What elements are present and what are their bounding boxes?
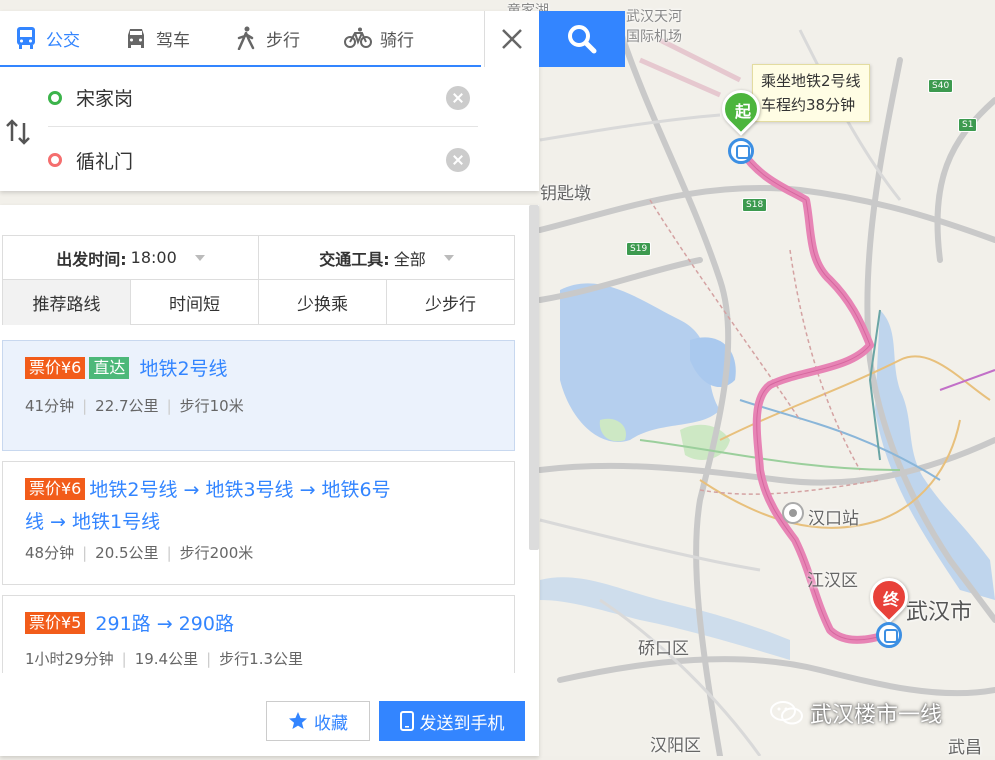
favorite-label: 收藏 [314, 713, 348, 734]
start-station-icon[interactable] [728, 138, 754, 164]
watermark: 武汉楼市一线 [770, 697, 942, 729]
clear-origin-icon[interactable] [446, 85, 470, 110]
tab-bus-label: 公交 [46, 30, 80, 51]
route-duration: 41分钟 [25, 397, 75, 415]
road-sign-s40: S40 [928, 79, 954, 93]
tooltip-line-1: 乘坐地铁2号线 [761, 72, 861, 90]
price-badge: 票价¥6 [25, 357, 86, 379]
route-duration: 1小时29分钟 [25, 650, 114, 668]
origin-field[interactable]: 宋家岗 [48, 69, 478, 127]
close-icon [502, 29, 522, 49]
origin-dot-icon [48, 90, 62, 105]
route-walk: 步行10米 [179, 397, 244, 415]
route-distance: 19.4公里 [134, 650, 199, 668]
end-station-icon[interactable] [876, 622, 902, 648]
vehicle-label: 交通工具: [319, 249, 390, 269]
route-duration: 48分钟 [25, 544, 75, 562]
tab-bike-label: 骑行 [380, 30, 414, 51]
map-label-airport-2: 国际机场 [626, 29, 682, 45]
tab-drive[interactable]: 驾车 [110, 10, 202, 66]
results-panel: 出发时间: 18:00 交通工具: 全部 推荐路线 时间短 少换乘 少步行 票价… [0, 205, 539, 756]
destination-dot-icon [48, 153, 62, 167]
send-to-phone-button[interactable]: 发送到手机 [379, 701, 525, 741]
bus-icon [14, 26, 38, 50]
map-label-wuhan-city: 武汉市 [906, 600, 973, 625]
tooltip-line-2: 车程约38分钟 [761, 96, 856, 114]
car-icon [124, 26, 148, 50]
route-line-text: 地铁2号线 [139, 358, 228, 380]
route-options: 出发时间: 18:00 交通工具: 全部 推荐路线 时间短 少换乘 少步行 [2, 235, 515, 325]
search-button[interactable] [539, 11, 625, 67]
route-tooltip: 乘坐地铁2号线 车程约38分钟 [752, 64, 870, 122]
route-line-text: 291路 → 290路 [95, 613, 234, 635]
star-icon [289, 712, 307, 729]
map-label-hankou-station: 汉口站 [808, 509, 859, 529]
walk-icon [234, 26, 258, 50]
map-label-yaoshidun: 钥匙墩 [540, 184, 591, 204]
route-walk: 步行200米 [179, 544, 254, 562]
tab-bike[interactable]: 骑行 [330, 10, 426, 66]
map-label-qiaokou: 硚口区 [638, 639, 689, 659]
road-sign-s1: S1 [958, 118, 978, 132]
close-button[interactable] [484, 11, 539, 67]
route-distance: 22.7公里 [95, 397, 159, 415]
tab-drive-label: 驾车 [156, 30, 190, 51]
results-scrollbar[interactable] [529, 205, 539, 550]
map-label-wuchang: 武昌 [948, 738, 982, 758]
start-pin-label: 起 [734, 102, 751, 121]
chevron-down-icon [194, 254, 205, 261]
tab-walk[interactable]: 步行 [220, 10, 312, 66]
route-distance: 20.5公里 [95, 544, 159, 562]
route-search-card: 公交 驾车 步行 骑行 宋家岗 循礼门 [0, 11, 539, 191]
price-badge: 票价¥6 [25, 478, 86, 500]
route-line-text-cont: 线 → 地铁1号线 [25, 511, 161, 533]
route-card-2[interactable]: 票价¥6 地铁2号线 → 地铁3号线 → 地铁6号 线 → 地铁1号线 48分钟 |… [2, 461, 515, 585]
results-footer: 收藏 发送到手机 [0, 673, 539, 756]
clear-destination-icon[interactable] [446, 148, 470, 172]
destination-value[interactable]: 循礼门 [76, 147, 446, 174]
depart-time-select[interactable]: 出发时间: 18:00 [3, 236, 258, 279]
chevron-down-icon [443, 254, 454, 261]
destination-field[interactable]: 循礼门 [48, 131, 478, 189]
tab-bus[interactable]: 公交 [0, 10, 92, 66]
sort-tab-less-walking[interactable]: 少步行 [386, 280, 514, 325]
bike-icon [344, 26, 372, 50]
map-label-jianghan: 江汉区 [807, 571, 858, 591]
route-line-text: 地铁2号线 → 地铁3号线 → 地铁6号 [89, 479, 391, 501]
depart-time-label: 出发时间: [56, 249, 127, 269]
wechat-icon [770, 701, 803, 725]
route-walk: 步行1.3公里 [219, 650, 304, 668]
end-pin-label: 终 [882, 590, 899, 609]
vehicle-select[interactable]: 交通工具: 全部 [258, 236, 514, 279]
origin-value[interactable]: 宋家岗 [76, 84, 446, 111]
price-badge: 票价¥5 [25, 612, 86, 634]
depart-time-value: 18:00 [130, 248, 177, 267]
direct-badge: 直达 [89, 357, 130, 379]
travel-mode-tabs: 公交 驾车 步行 骑行 [0, 11, 481, 67]
phone-icon [399, 711, 414, 731]
favorite-button[interactable]: 收藏 [266, 701, 370, 741]
map-label-hanyang: 汉阳区 [650, 736, 701, 756]
watermark-text: 武汉楼市一线 [810, 703, 943, 728]
send-to-phone-label: 发送到手机 [419, 713, 505, 734]
sort-tab-fewer-transfers[interactable]: 少换乘 [258, 280, 386, 325]
road-sign-s19: S19 [626, 242, 652, 256]
road-sign-s18: S18 [742, 198, 768, 212]
sort-tab-fastest[interactable]: 时间短 [130, 280, 258, 325]
sort-tab-recommended[interactable]: 推荐路线 [3, 280, 130, 325]
tab-walk-label: 步行 [266, 30, 300, 51]
vehicle-value: 全部 [393, 249, 426, 269]
route-card-1[interactable]: 票价¥6 直达 地铁2号线 41分钟 | 22.7公里 | 步行10米 [2, 340, 515, 451]
swap-icon[interactable] [5, 117, 31, 147]
search-icon [568, 25, 597, 54]
map-label-airport: 武汉天河 [626, 9, 682, 25]
